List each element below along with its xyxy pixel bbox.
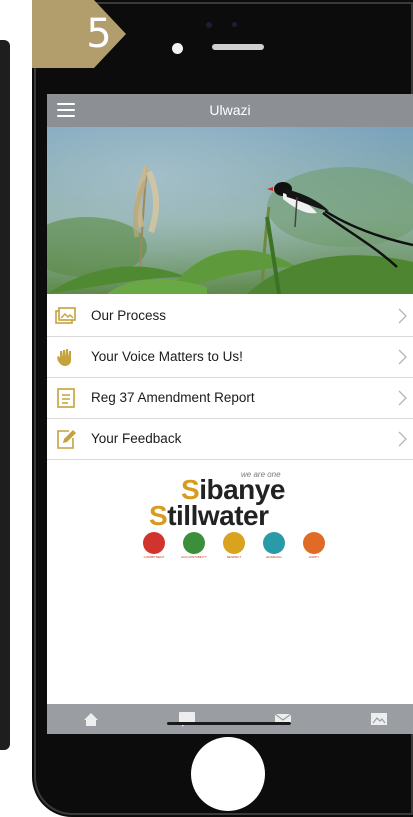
bottom-tab-bar	[47, 704, 413, 734]
app-title: Ulwazi	[209, 102, 251, 118]
step-number: 5	[86, 11, 112, 57]
menu-item-label: Our Process	[91, 308, 167, 323]
value-label: RESPECT	[226, 555, 242, 559]
chevron-right-icon	[398, 390, 407, 406]
adjacent-device-edge	[0, 40, 10, 750]
gallery-icon[interactable]	[369, 704, 389, 734]
document-icon	[55, 387, 77, 409]
logo-line-2: Stillwater	[149, 500, 269, 531]
menu-item-reg37-report[interactable]: Reg 37 Amendment Report	[47, 378, 413, 419]
earpiece-speaker	[212, 44, 264, 50]
hand-icon	[55, 346, 77, 368]
front-camera	[172, 43, 183, 54]
menu-item-label: Reg 37 Amendment Report	[91, 390, 255, 405]
menu-item-label: Your Voice Matters to Us!	[91, 349, 243, 364]
menu-list: Our Process Your Voice Matters to Us! Re…	[47, 296, 413, 460]
chevron-right-icon	[398, 349, 407, 365]
value-label: ENABLING	[266, 555, 282, 559]
step-badge: 5	[32, 0, 128, 68]
edit-icon	[55, 428, 77, 450]
home-indicator	[167, 722, 291, 725]
chevron-right-icon	[398, 431, 407, 447]
value-label: HAPPY	[308, 555, 320, 559]
top-app-bar: Ulwazi	[47, 94, 413, 127]
menu-item-label: Your Feedback	[91, 431, 182, 446]
mail-icon[interactable]	[273, 704, 293, 734]
value-enabling-icon	[263, 532, 285, 554]
sibanye-stillwater-logo: we are one Sibanye Stillwater COMMITMENT…	[139, 470, 329, 560]
front-sensor	[206, 22, 212, 28]
hero-image-bird	[47, 127, 413, 294]
value-happy-icon	[303, 532, 325, 554]
home-button[interactable]	[191, 737, 265, 811]
app-screen: Ulwazi Our Process Your Voice Matters to…	[47, 94, 413, 734]
value-respect-icon	[223, 532, 245, 554]
menu-item-our-process[interactable]: Our Process	[47, 296, 413, 337]
value-label: COMMITMENT	[143, 555, 165, 559]
company-values-row: COMMITMENT ACCOUNTABILITY RESPECT ENABLI…	[143, 532, 333, 559]
chevron-right-icon	[398, 308, 407, 324]
home-icon[interactable]	[81, 704, 101, 734]
value-label: ACCOUNTABILITY	[181, 555, 207, 559]
chat-icon[interactable]	[177, 704, 197, 734]
value-accountability-icon	[183, 532, 205, 554]
value-commitment-icon	[143, 532, 165, 554]
menu-item-your-feedback[interactable]: Your Feedback	[47, 419, 413, 460]
front-sensor-2	[232, 22, 237, 27]
photos-icon	[55, 305, 77, 327]
menu-item-your-voice[interactable]: Your Voice Matters to Us!	[47, 337, 413, 378]
